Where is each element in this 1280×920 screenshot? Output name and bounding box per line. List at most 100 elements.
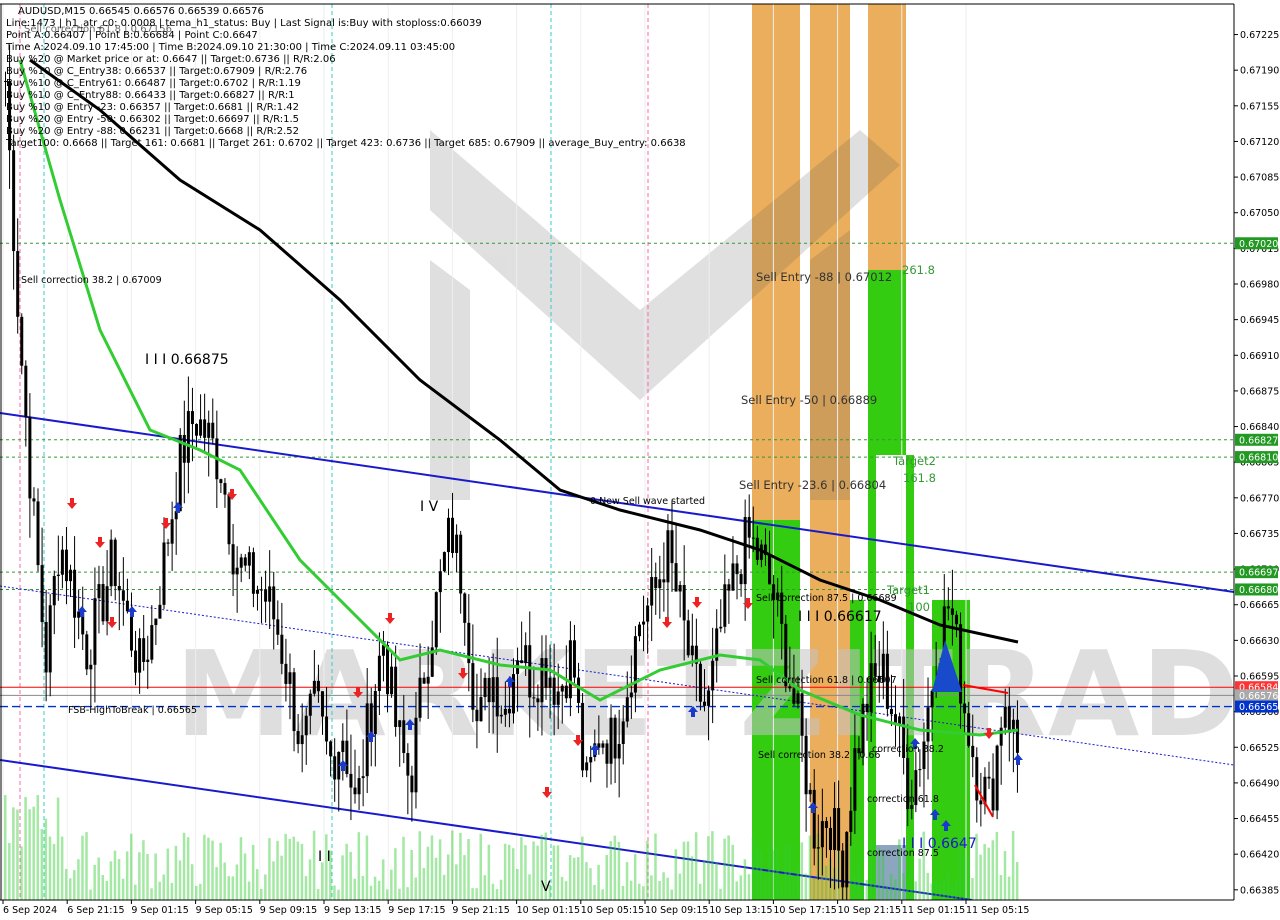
candle-body: [788, 686, 792, 689]
candle-body: [963, 703, 967, 714]
candle-body: [711, 660, 715, 691]
candle-body: [178, 434, 182, 512]
volume-bar: [442, 874, 446, 900]
volume-bar: [658, 880, 661, 900]
candle-body: [235, 567, 239, 575]
candle-body: [471, 663, 475, 710]
volume-bar: [763, 875, 767, 900]
candle-body: [418, 677, 422, 718]
candle-body: [251, 552, 255, 594]
info-line-10: Target100: 0.6668 || Target 161: 0.6681 …: [5, 138, 686, 149]
candle-body: [654, 577, 658, 589]
candle-body: [154, 618, 158, 626]
candle-body: [751, 537, 755, 539]
volume-bar: [804, 873, 808, 900]
candle-body: [629, 692, 633, 698]
volume-bar: [885, 885, 889, 900]
volume-bar: [772, 850, 775, 900]
candle-body: [276, 619, 280, 635]
candle-body: [804, 735, 808, 795]
candle-body: [357, 778, 361, 795]
candle-body: [56, 574, 60, 577]
candle-body: [381, 645, 385, 656]
candle-body: [768, 554, 772, 585]
candle-body: [365, 703, 369, 777]
x-tick-label: 11 Sep 01:15: [902, 905, 965, 916]
volume-bar: [690, 856, 694, 900]
volume-bar: [768, 843, 771, 900]
info-line-8: Buy %20 @ Entry -50: 0.66302 || Target:0…: [6, 114, 299, 125]
volume-bar: [625, 862, 629, 900]
volume-bar: [394, 848, 397, 900]
volume-bar: [788, 843, 791, 900]
volume-bar: [731, 844, 734, 900]
volume-bar: [642, 886, 645, 900]
price-tag: 0.66697: [1239, 568, 1278, 579]
y-tick-label: 0.66455: [1240, 814, 1279, 825]
price-chart[interactable]: MARKETZITRADE AUDUSD,M15 0.66545 0.66576…: [0, 0, 1280, 920]
candle-body: [536, 698, 540, 703]
candle-body: [971, 745, 975, 758]
candle-body: [268, 586, 272, 602]
candle-body: [625, 697, 629, 722]
volume-bar: [698, 883, 702, 900]
volume-bar: [373, 876, 377, 900]
y-tick-label: 0.66875: [1240, 386, 1279, 397]
volume-bar: [320, 862, 324, 900]
volume-bar: [670, 889, 673, 900]
volume-bar: [243, 853, 247, 900]
volume-bar: [463, 855, 466, 900]
volume-bar: [97, 857, 100, 900]
candle-body: [861, 703, 865, 754]
volume-bar: [914, 881, 917, 900]
volume-bar: [556, 845, 560, 900]
x-tick-label: 9 Sep 21:15: [452, 905, 509, 916]
candle-body: [950, 608, 954, 615]
volume-bar: [601, 889, 604, 900]
volume-bar: [73, 870, 76, 900]
y-tick-label: 0.66665: [1240, 600, 1279, 611]
volume-bar: [174, 845, 178, 900]
candle-body: [64, 549, 68, 582]
candle-body: [1003, 706, 1007, 728]
y-tick-label: 0.66385: [1240, 885, 1279, 896]
candle-body: [442, 552, 446, 572]
candle-body: [682, 584, 686, 621]
volume-bar: [759, 852, 763, 900]
candle-body: [402, 720, 406, 754]
volume-bar: [800, 842, 804, 900]
candle-body: [406, 753, 410, 776]
candle-body: [674, 563, 678, 592]
candle-body: [304, 715, 308, 736]
candle-body: [134, 650, 138, 673]
volume-bar: [776, 846, 779, 900]
volume-bar: [983, 844, 986, 900]
candle-body: [284, 663, 288, 684]
volume-bar: [967, 859, 970, 900]
volume-bar: [1015, 861, 1019, 900]
candle-body: [48, 605, 52, 673]
volume-bar: [577, 857, 580, 900]
candle-body: [483, 677, 487, 698]
candle-body: [495, 677, 499, 717]
candle-body: [528, 645, 532, 698]
volume-bar: [247, 881, 251, 900]
candle-body: [463, 593, 467, 623]
candle-body: [552, 677, 556, 705]
candle-body: [873, 663, 877, 676]
candle-body: [150, 625, 154, 660]
candle-body: [581, 702, 585, 771]
candle-body: [991, 778, 995, 811]
volume-bar: [560, 876, 564, 900]
volume-bar: [784, 843, 787, 900]
candle-body: [272, 586, 276, 620]
candle-body: [142, 638, 146, 662]
candle-body: [109, 539, 113, 587]
volume-bar: [1011, 830, 1015, 900]
volume-bar: [487, 844, 491, 900]
volume-bar: [1007, 876, 1011, 900]
candle-body: [300, 735, 304, 745]
volume-bar: [617, 841, 621, 900]
volume-bar: [930, 883, 934, 900]
candle-body: [166, 542, 170, 544]
